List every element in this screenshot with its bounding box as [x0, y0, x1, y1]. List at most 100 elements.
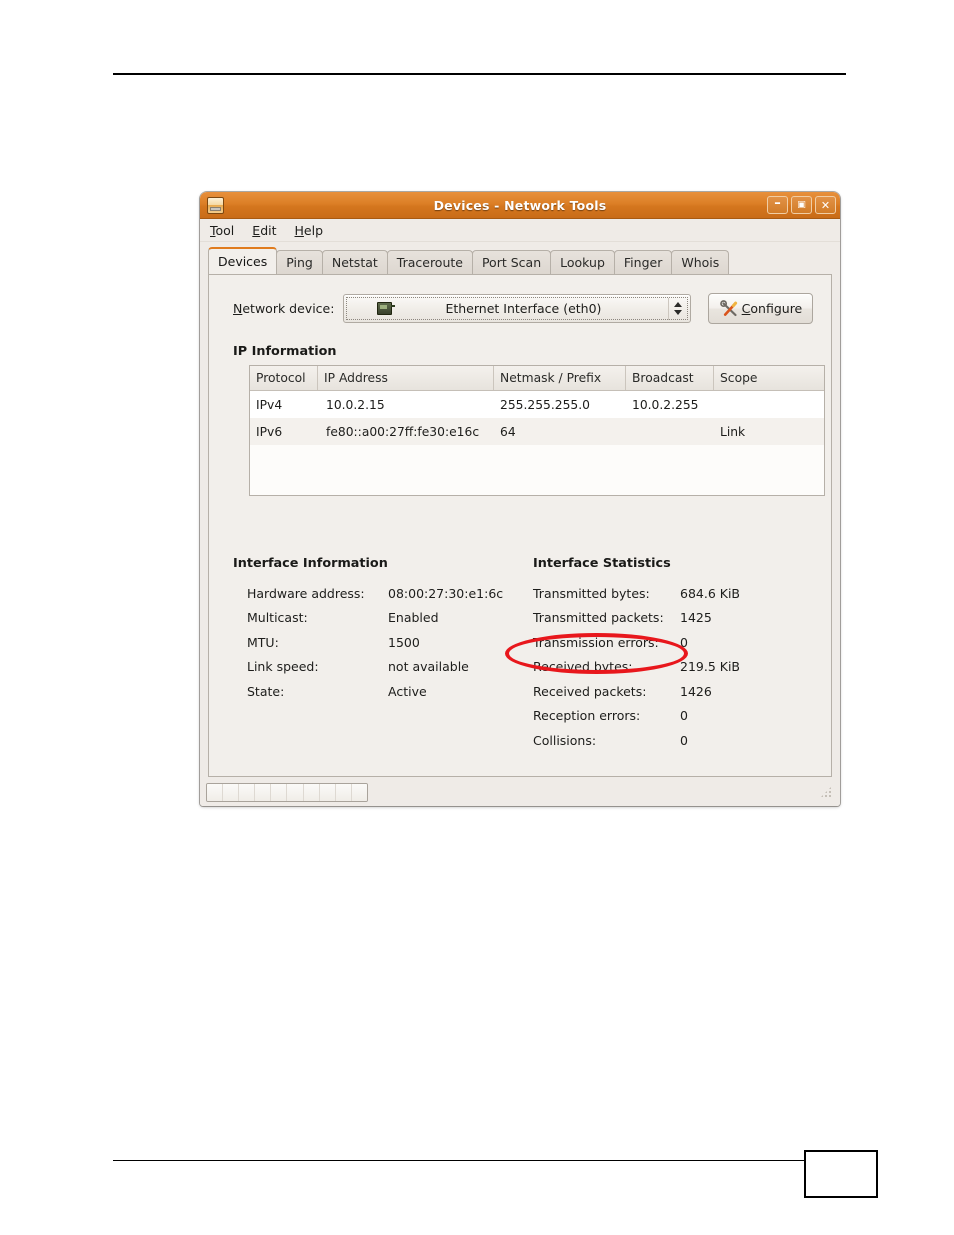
interface-statistics-heading: Interface Statistics	[533, 556, 671, 571]
table-row[interactable]: IPv4 10.0.2.15 255.255.255.0 10.0.2.255	[250, 391, 824, 418]
configure-label-rest: onfigure	[750, 301, 803, 316]
tab-traceroute-label: Traceroute	[396, 255, 463, 270]
label-received-packets: Received packets:	[533, 683, 647, 699]
cell-netmask: 64	[500, 424, 516, 439]
label-hardware-address: Hardware address:	[247, 585, 365, 601]
menu-item-edit[interactable]: Edit	[252, 223, 276, 238]
window-titlebar[interactable]: Devices - Network Tools – ▣ ✕	[200, 192, 840, 219]
cell-scope: Link	[720, 424, 746, 439]
chevron-down-icon	[674, 310, 683, 315]
tab-netstat[interactable]: Netstat	[321, 250, 388, 274]
tab-traceroute[interactable]: Traceroute	[386, 250, 473, 274]
minimize-icon: –	[774, 196, 781, 211]
table-empty-area	[250, 445, 824, 495]
progress-cell	[239, 783, 256, 801]
label-link-speed: Link speed:	[247, 659, 319, 675]
tab-strip: Devices Ping Netstat Traceroute Port Sca…	[208, 247, 840, 274]
menu-label-help-rest: elp	[303, 222, 324, 238]
tab-port-scan[interactable]: Port Scan	[471, 250, 552, 274]
tab-netstat-label: Netstat	[331, 255, 378, 270]
network-tools-icon	[207, 196, 224, 214]
ip-information-table: Protocol IP Address Netmask / Prefix Bro…	[249, 365, 825, 496]
minimize-button[interactable]: –	[767, 196, 788, 214]
network-device-label-rest: etwork device:	[242, 301, 335, 316]
statusbar	[200, 778, 840, 806]
network-device-label: Network device:	[233, 301, 335, 316]
value-hardware-address: 08:00:27:30:e1:6c	[388, 585, 504, 601]
tab-lookup-label: Lookup	[560, 255, 605, 270]
tab-port-scan-label: Port Scan	[481, 255, 542, 270]
network-card-icon	[377, 302, 396, 315]
label-transmission-errors: Transmission errors:	[533, 634, 659, 650]
tab-finger-label: Finger	[623, 255, 663, 270]
configure-button[interactable]: Configure	[708, 293, 814, 324]
column-header-protocol[interactable]: Protocol	[250, 366, 318, 390]
ip-table-header-row: Protocol IP Address Netmask / Prefix Bro…	[250, 366, 824, 391]
tab-whois[interactable]: Whois	[671, 250, 730, 274]
progress-cell	[287, 783, 304, 801]
maximize-button[interactable]: ▣	[791, 196, 812, 214]
tab-lookup[interactable]: Lookup	[550, 250, 615, 274]
label-transmitted-bytes: Transmitted bytes:	[533, 585, 650, 601]
tab-whois-label: Whois	[681, 255, 720, 270]
value-mtu: 1500	[388, 634, 420, 650]
tab-devices[interactable]: Devices	[208, 247, 278, 274]
network-device-row: Network device: Ethernet Interface (eth0…	[233, 293, 817, 324]
resize-grip-icon[interactable]	[819, 785, 833, 799]
label-transmitted-packets: Transmitted packets:	[533, 610, 664, 626]
table-row[interactable]: IPv6 fe80::a00:27ff:fe30:e16c 64 Link	[250, 418, 824, 445]
value-reception-errors: 0	[680, 708, 688, 724]
label-mtu: MTU:	[247, 634, 279, 650]
list-item: Received packets: 1426	[527, 679, 740, 704]
interface-statistics-column: Interface Statistics Transmitted bytes: …	[527, 556, 740, 753]
network-device-combobox[interactable]: Ethernet Interface (eth0)	[343, 294, 692, 323]
network-device-value: Ethernet Interface (eth0)	[445, 301, 602, 316]
value-state: Active	[388, 683, 427, 699]
configure-button-label: Configure	[741, 301, 803, 316]
tab-devices-label: Devices	[218, 254, 268, 269]
menu-item-tool[interactable]: Tool	[210, 223, 234, 238]
window-controls: – ▣ ✕	[767, 196, 836, 214]
list-item: State: Active	[233, 679, 503, 704]
list-item: Reception errors: 0	[527, 704, 740, 729]
value-collisions: 0	[680, 732, 688, 748]
label-collisions: Collisions:	[533, 732, 597, 748]
list-item: Hardware address: 08:00:27:30:e1:6c	[233, 581, 503, 606]
value-transmitted-bytes: 684.6 KiB	[680, 585, 741, 601]
list-item: Link speed: not available	[233, 655, 503, 680]
page-number-box	[804, 1150, 878, 1198]
tab-ping-label: Ping	[286, 255, 313, 270]
interface-information-column: Interface Information Hardware address: …	[233, 556, 503, 704]
chevron-up-icon	[674, 302, 683, 307]
cell-broadcast: 10.0.2.255	[632, 397, 699, 412]
tab-finger[interactable]: Finger	[613, 250, 673, 274]
wrench-screwdriver-icon	[719, 299, 739, 318]
value-transmitted-packets: 1425	[680, 610, 712, 626]
combobox-spinner[interactable]	[668, 297, 687, 320]
value-multicast: Enabled	[388, 610, 439, 626]
list-item: Collisions: 0	[527, 728, 740, 753]
progress-cell	[319, 783, 336, 801]
label-multicast: Multicast:	[247, 610, 308, 626]
page-footer-rule	[113, 1160, 845, 1161]
progress-cell	[303, 783, 320, 801]
label-received-bytes: Received bytes:	[533, 659, 633, 675]
close-icon: ✕	[820, 198, 831, 212]
close-button[interactable]: ✕	[815, 196, 836, 214]
column-header-netmask-prefix[interactable]: Netmask / Prefix	[494, 366, 626, 390]
column-header-broadcast[interactable]: Broadcast	[626, 366, 714, 390]
column-header-scope[interactable]: Scope	[714, 366, 824, 390]
list-item: Transmission errors: 0	[527, 630, 740, 655]
devices-tab-panel: Network device: Ethernet Interface (eth0…	[208, 274, 832, 777]
label-reception-errors: Reception errors:	[533, 708, 641, 724]
progress-cell	[335, 783, 352, 801]
tab-ping[interactable]: Ping	[276, 250, 323, 274]
progress-cell	[255, 783, 272, 801]
window-title: Devices - Network Tools	[433, 197, 607, 213]
list-item: Transmitted packets: 1425	[527, 606, 740, 631]
cell-protocol: IPv4	[256, 397, 283, 412]
menu-item-help[interactable]: Help	[295, 223, 324, 238]
column-header-ip-address[interactable]: IP Address	[318, 366, 494, 390]
value-link-speed: not available	[388, 659, 469, 675]
list-item: Multicast: Enabled	[233, 606, 503, 631]
